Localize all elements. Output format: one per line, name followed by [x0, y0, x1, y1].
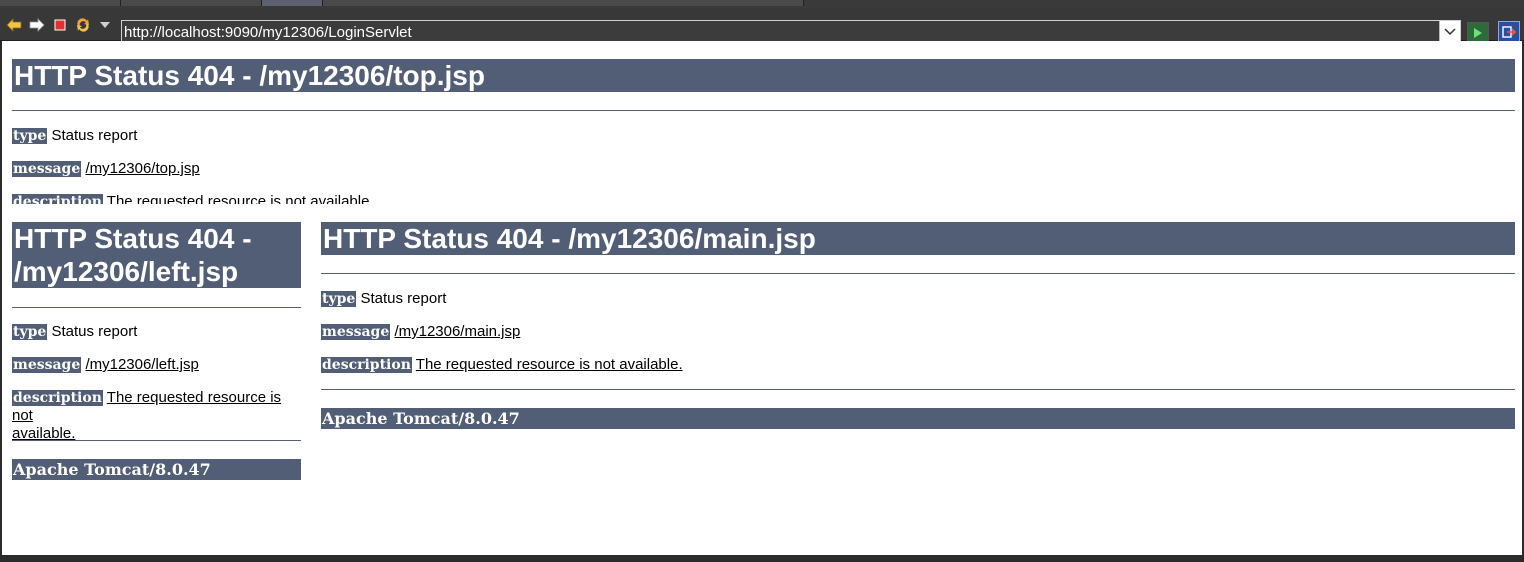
window-bottom-border [0, 555, 1524, 562]
refresh-icon[interactable] [74, 16, 92, 34]
type-label: type [12, 324, 48, 340]
error-title: HTTP Status 404 - /my12306/top.jsp [12, 59, 1515, 92]
type-label: type [321, 291, 357, 307]
message-label: message [12, 161, 82, 177]
message-row: message /my12306/top.jsp [12, 160, 200, 178]
server-info: Apache Tomcat/8.0.47 [321, 408, 1515, 429]
dropdown-icon[interactable] [96, 16, 114, 34]
type-row: type Status report [12, 323, 137, 341]
frame-top: HTTP Status 404 - /my12306/top.jsp type … [2, 41, 1522, 204]
frame-main: HTTP Status 404 - /my12306/main.jsp type… [311, 204, 1522, 555]
stop-icon[interactable] [51, 16, 69, 34]
back-arrow-icon[interactable] [5, 16, 23, 34]
description-row: description The requested resource is no… [321, 356, 683, 374]
description-value: The requested resource is not available. [415, 356, 683, 373]
url-input[interactable] [122, 21, 1439, 43]
browser-tab[interactable] [323, 0, 804, 6]
chevron-down-icon[interactable] [1439, 21, 1460, 43]
message-row: message /my12306/left.jsp [12, 356, 199, 374]
external-icon[interactable] [1498, 21, 1520, 43]
error-title-line: HTTP Status 404 - [14, 223, 252, 254]
error-title-line: /my12306/left.jsp [14, 256, 239, 287]
divider [321, 273, 1515, 274]
description-label: description [12, 194, 103, 204]
description-row: description The requested resource is no… [12, 389, 301, 443]
type-value: Status report [51, 323, 138, 340]
message-label: message [12, 357, 82, 373]
page-content: HTTP Status 404 - /my12306/top.jsp type … [2, 41, 1522, 555]
type-row: type Status report [12, 127, 137, 145]
message-value: /my12306/top.jsp [85, 160, 200, 177]
message-value: /my12306/main.jsp [394, 323, 521, 340]
message-value: /my12306/left.jsp [85, 356, 199, 373]
divider [12, 307, 301, 308]
server-info: Apache Tomcat/8.0.47 [12, 459, 301, 480]
description-label: description [321, 357, 412, 373]
description-label: description [12, 390, 103, 406]
error-title: HTTP Status 404 - /my12306/main.jsp [321, 222, 1515, 255]
browser-tab[interactable] [121, 0, 262, 6]
forward-arrow-icon[interactable] [28, 16, 46, 34]
message-row: message /my12306/main.jsp [321, 323, 520, 341]
divider [12, 110, 1515, 111]
type-value: Status report [51, 127, 138, 144]
type-value: Status report [360, 290, 447, 307]
browser-toolbar [0, 8, 1524, 44]
error-title: HTTP Status 404 - /my12306/left.jsp [12, 222, 301, 288]
description-row: description The requested resource is no… [12, 193, 374, 204]
divider [321, 389, 1515, 390]
type-row: type Status report [321, 290, 446, 308]
frame-left: HTTP Status 404 - /my12306/left.jsp type… [2, 204, 311, 555]
browser-tab[interactable] [0, 0, 121, 6]
divider [12, 440, 301, 441]
tab-strip [0, 0, 1524, 8]
description-value: The requested resource is not available. [106, 193, 374, 204]
browser-tab-active[interactable] [262, 0, 323, 6]
type-label: type [12, 128, 48, 144]
message-label: message [321, 324, 391, 340]
